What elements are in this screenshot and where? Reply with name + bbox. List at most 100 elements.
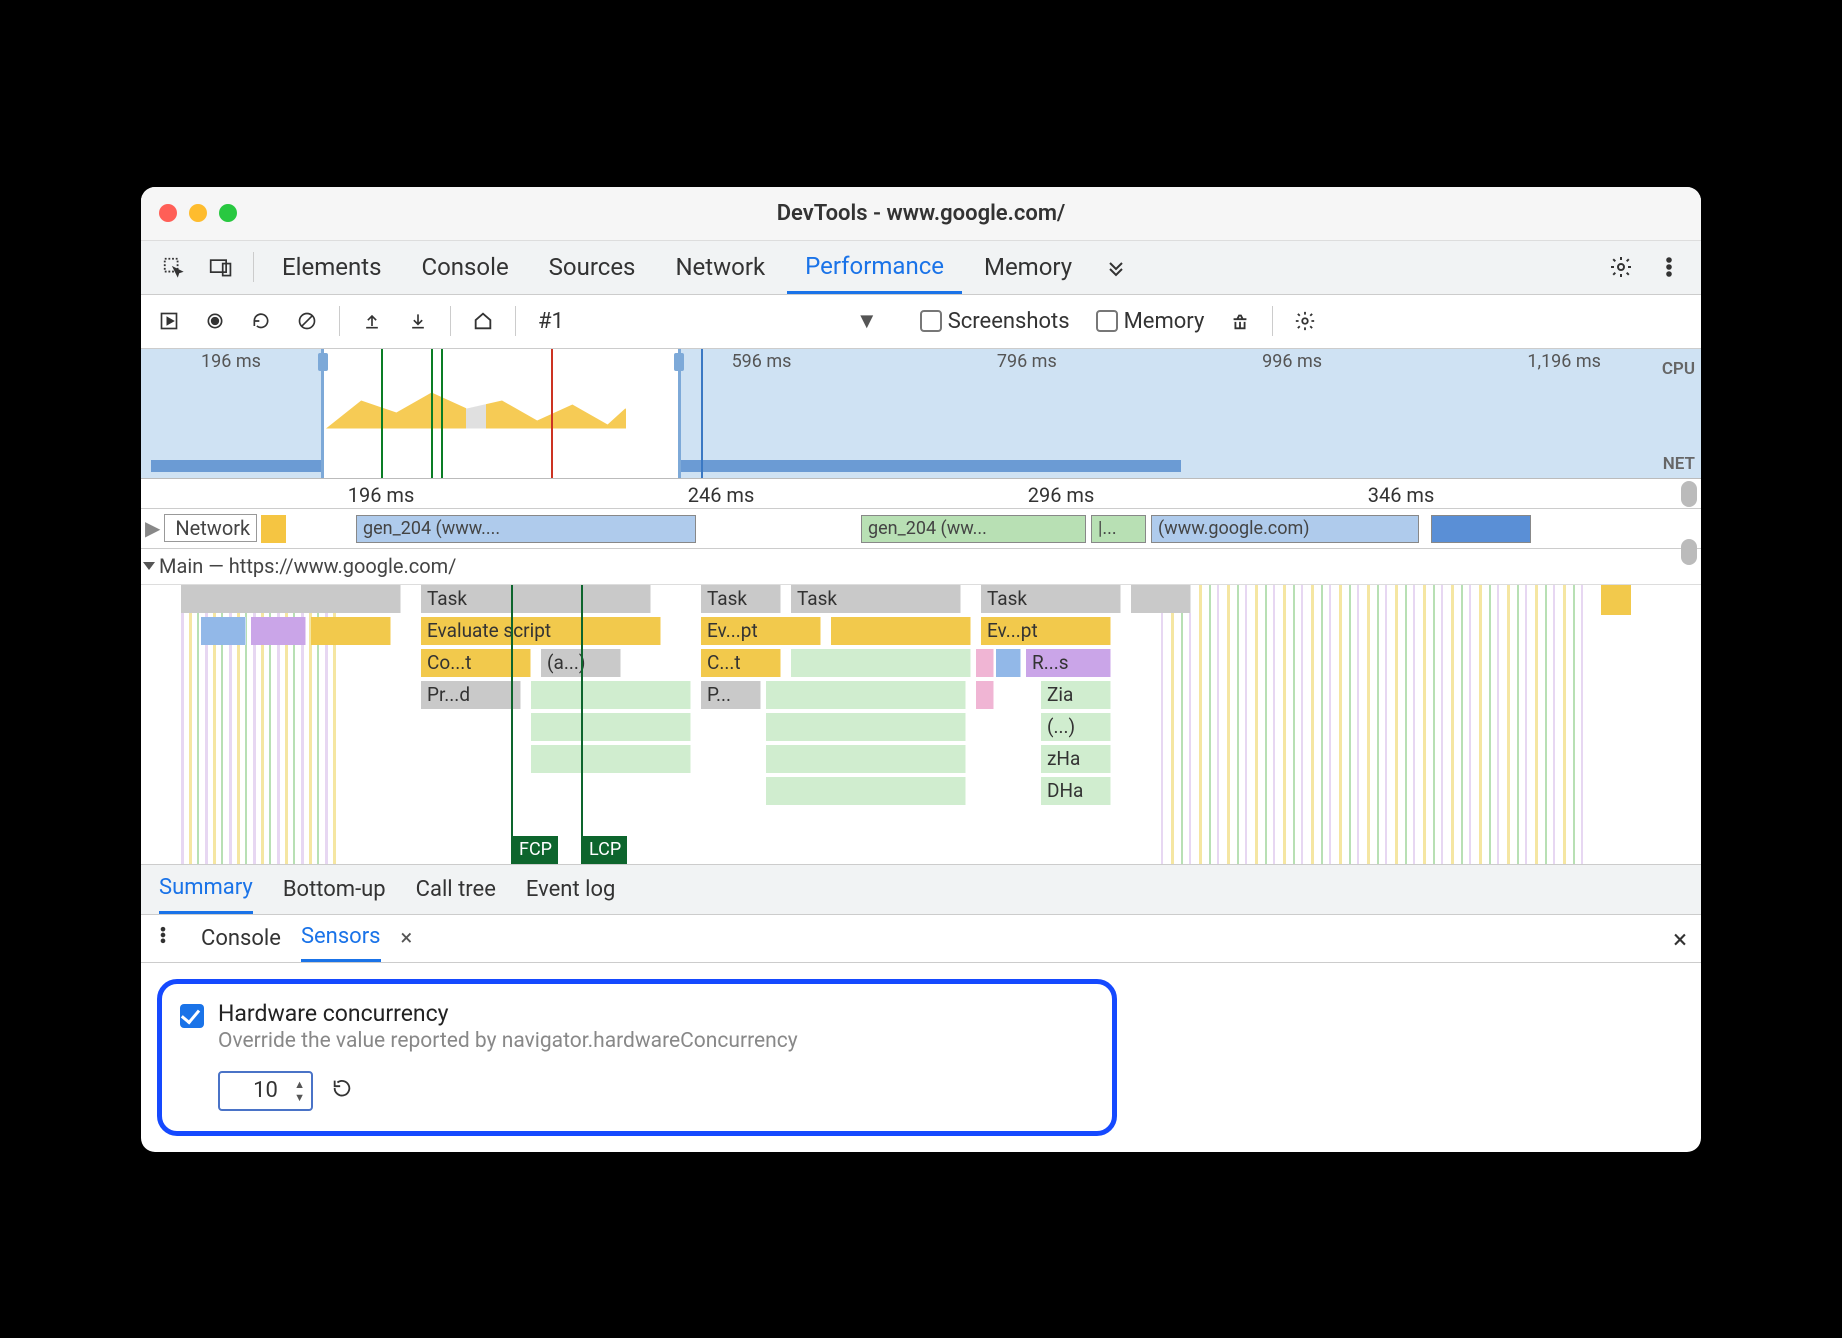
flame-task[interactable]: Task [791,585,961,613]
flame-box[interactable] [1601,585,1631,615]
fcp-badge[interactable]: FCP [513,836,558,864]
tab-console[interactable]: Console [403,240,526,294]
overview-selection-window[interactable] [321,349,681,478]
flame-box[interactable] [766,681,966,709]
network-bar[interactable]: |... [1091,515,1146,543]
flame-task[interactable]: Task [981,585,1121,613]
marker-line [441,349,443,478]
recording-selector[interactable]: #1 [528,309,564,334]
tab-performance[interactable]: Performance [787,240,962,294]
record-icon[interactable] [195,301,235,341]
maximize-window-icon[interactable] [219,204,237,222]
flame-task[interactable]: Task [421,585,651,613]
flame-chart[interactable]: Task Task Task Task Evaluate script Ev..… [141,585,1701,865]
tick-label: 196 ms [201,351,261,372]
flame-box[interactable] [766,777,966,805]
more-tabs-icon[interactable] [1094,245,1138,289]
flame-box[interactable] [976,681,994,709]
flame-box[interactable] [251,617,306,645]
expand-icon[interactable]: ▶ [145,516,160,540]
device-toolbar-icon[interactable] [199,245,243,289]
number-stepper-icon[interactable]: ▲▼ [294,1078,305,1104]
main-thread-label-row[interactable]: Main — https://www.google.com/ [141,549,1701,585]
flame-box[interactable] [976,649,994,677]
toggle-record-button[interactable] [149,301,189,341]
tab-summary[interactable]: Summary [159,864,253,914]
reset-icon[interactable] [331,1077,353,1105]
collapse-icon[interactable] [143,562,155,570]
flame-box[interactable]: zHa [1041,745,1111,773]
divider [1272,306,1273,336]
tab-elements[interactable]: Elements [264,240,399,294]
network-bar[interactable]: gen_204 (www.... [356,515,696,543]
tab-sources[interactable]: Sources [531,240,654,294]
tab-bottom-up[interactable]: Bottom-up [283,877,386,902]
drawer-tab-console[interactable]: Console [201,914,281,962]
home-icon[interactable] [463,301,503,341]
network-bar[interactable] [1431,515,1531,543]
recording-label: #1 [538,309,564,334]
titlebar: DevTools - www.google.com/ [141,187,1701,241]
flame-box[interactable] [996,649,1021,677]
upload-icon[interactable] [352,301,392,341]
flame-box[interactable]: (...) [1041,713,1111,741]
network-bar[interactable]: gen_204 (ww... [861,515,1086,543]
flame-box[interactable]: DHa [1041,777,1111,805]
network-bar[interactable]: (www.google.com) [1151,515,1419,543]
close-tab-icon[interactable]: × [401,926,413,951]
flame-box[interactable] [181,585,401,613]
inspect-element-icon[interactable] [151,245,195,289]
flame-box[interactable]: Evaluate script [421,617,661,645]
overview-timeline[interactable]: 196 ms 396 ms 596 ms 796 ms 996 ms 1,196… [141,349,1701,479]
flame-box[interactable] [311,617,391,645]
hardware-concurrency-subtitle: Override the value reported by navigator… [218,1029,798,1053]
network-track[interactable]: ▶ Network gen_204 (www.... gen_204 (ww..… [141,509,1701,549]
detail-ruler: 196 ms 246 ms 296 ms 346 ms [141,479,1701,509]
hardware-concurrency-title: Hardware concurrency [218,1000,798,1027]
flame-box[interactable] [531,681,691,709]
lcp-badge[interactable]: LCP [583,836,627,864]
reload-record-icon[interactable] [241,301,281,341]
flame-box[interactable] [201,617,246,645]
flame-box[interactable] [766,713,966,741]
flame-box[interactable] [831,617,971,645]
network-bar[interactable] [261,515,286,543]
flame-box[interactable]: R...s [1026,649,1111,677]
settings-icon[interactable] [1599,245,1643,289]
capture-settings-icon[interactable] [1285,301,1325,341]
flame-box[interactable]: P... [701,681,761,709]
close-window-icon[interactable] [159,204,177,222]
flame-box[interactable] [531,745,691,773]
flame-box[interactable] [1131,585,1191,613]
flame-box[interactable]: Zia [1041,681,1111,709]
hardware-concurrency-input[interactable]: 10 ▲▼ [218,1071,313,1111]
hardware-concurrency-checkbox[interactable] [180,1004,204,1028]
tab-call-tree[interactable]: Call tree [416,877,496,902]
scrollbar-thumb[interactable] [1681,481,1697,507]
kebab-menu-icon[interactable] [153,925,181,951]
tab-network[interactable]: Network [657,240,783,294]
kebab-menu-icon[interactable] [1647,245,1691,289]
collect-garbage-icon[interactable] [1220,301,1260,341]
flame-box[interactable]: Pr...d [421,681,521,709]
download-icon[interactable] [398,301,438,341]
tab-memory[interactable]: Memory [966,240,1090,294]
drawer-tab-sensors[interactable]: Sensors [301,914,381,962]
flame-box[interactable]: Ev...pt [701,617,821,645]
flame-box[interactable] [531,713,691,741]
minimize-window-icon[interactable] [189,204,207,222]
tab-event-log[interactable]: Event log [526,877,615,902]
flame-box[interactable]: Ev...pt [981,617,1111,645]
flame-box[interactable] [791,649,971,677]
flame-box[interactable]: C...t [701,649,781,677]
memory-checkbox[interactable]: Memory [1096,309,1205,334]
scrollbar-thumb[interactable] [1681,539,1697,565]
flame-box[interactable]: Co...t [421,649,531,677]
drawer-tabstrip: Console Sensors × × [141,915,1701,963]
screenshots-checkbox[interactable]: Screenshots [920,309,1070,334]
flame-box[interactable] [766,745,966,773]
flame-task[interactable]: Task [701,585,781,613]
close-drawer-icon[interactable]: × [1673,925,1687,955]
clear-icon[interactable] [287,301,327,341]
dropdown-chevron-icon[interactable]: ▼ [856,308,878,334]
